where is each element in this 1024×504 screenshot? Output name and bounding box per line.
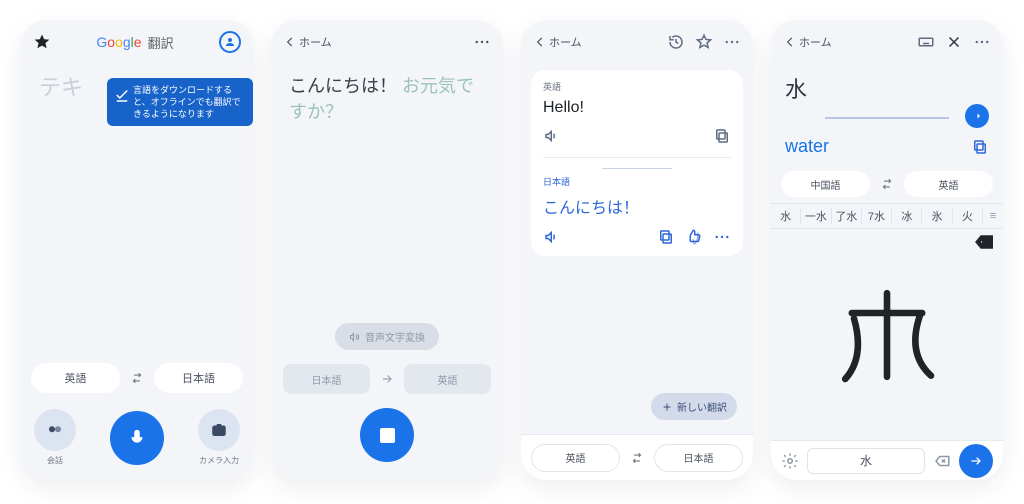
candidate[interactable]: 了水 <box>832 208 862 224</box>
target-lang-label: 日本語 <box>543 175 731 188</box>
lang-from-chip[interactable]: 英語 <box>531 444 620 472</box>
target-text: こんにちは！ <box>543 194 731 218</box>
speaker-target-icon[interactable] <box>543 228 561 246</box>
lang-to-chip[interactable]: 日本語 <box>154 363 243 393</box>
lang-from-chip[interactable]: 日本語 <box>283 364 370 394</box>
history-icon[interactable] <box>667 33 685 51</box>
camera-label: カメラ入力 <box>199 455 239 466</box>
source-lang-label: 英語 <box>543 80 731 93</box>
topbar: Google 翻訳 <box>21 20 253 64</box>
swap-languages-button[interactable] <box>126 371 148 385</box>
candidate[interactable]: 一水 <box>801 208 831 224</box>
arrow-icon <box>376 372 398 386</box>
backspace-key-icon[interactable] <box>933 452 951 470</box>
screen-voice-input: ホーム こんにちは！ お元気ですか？ 音声文字変換 日本語 英語 <box>271 20 503 480</box>
copy-target-icon[interactable] <box>657 228 675 246</box>
space-key[interactable]: 水 <box>807 448 925 474</box>
account-icon[interactable] <box>219 31 241 53</box>
spacebar-row: 水 <box>771 440 1003 480</box>
candidate[interactable]: 7水 <box>862 208 892 224</box>
candidate[interactable]: 氷 <box>922 208 952 224</box>
camera-button[interactable] <box>198 409 240 451</box>
keyboard-icon[interactable] <box>917 33 935 51</box>
voice-input-text: こんにちは！ お元気ですか？ <box>271 72 503 124</box>
screen-result: ホーム 英語 Hello! <box>521 20 753 480</box>
backspace-icon[interactable] <box>975 233 993 251</box>
input-text[interactable]: 水 <box>785 72 989 104</box>
back-home-button[interactable]: ホーム <box>533 34 582 50</box>
star-icon[interactable] <box>33 33 51 51</box>
stop-button[interactable] <box>360 408 414 462</box>
source-text: Hello! <box>543 99 731 117</box>
screen-home: Google 翻訳 テキ 言語をダウンロードすると、オフラインでも翻訳できるよう… <box>21 20 253 480</box>
lang-from-chip[interactable]: 英語 <box>31 363 120 393</box>
bottom-bar: 英語 日本語 <box>521 434 753 480</box>
lang-to-chip[interactable]: 日本語 <box>654 444 743 472</box>
voice-to-text-pill[interactable]: 音声文字変換 <box>335 323 439 350</box>
candidate[interactable]: 冰 <box>892 208 922 224</box>
translation-card: 英語 Hello! 日本語 こんにちは！ <box>531 70 743 256</box>
speaker-source-icon[interactable] <box>543 127 561 145</box>
back-home-button[interactable]: ホーム <box>783 34 832 50</box>
conversation-button[interactable] <box>34 409 76 451</box>
candidate-bar: 水 一水 了水 7水 冰 氷 火 ≡ <box>771 203 1003 229</box>
back-home-button[interactable]: ホーム <box>283 34 332 50</box>
more-target-icon[interactable] <box>713 228 731 246</box>
enter-button[interactable] <box>959 444 993 478</box>
copy-source-icon[interactable] <box>713 127 731 145</box>
result-text: water <box>785 128 843 165</box>
settings-icon[interactable] <box>781 452 799 470</box>
feedback-icon[interactable] <box>685 228 703 246</box>
candidate[interactable]: 水 <box>771 208 801 224</box>
handwriting-canvas[interactable] <box>771 229 1003 440</box>
offline-download-tooltip[interactable]: 言語をダウンロードすると、オフラインでも翻訳できるようになります <box>107 78 253 126</box>
bottom-dock: 英語 日本語 会話 <box>21 355 253 480</box>
swap-languages-button[interactable] <box>626 451 648 465</box>
swap-languages-button[interactable] <box>876 177 898 191</box>
new-translation-button[interactable]: 新しい翻訳 <box>651 393 737 420</box>
star-outline-icon[interactable] <box>695 33 713 51</box>
translate-go-button[interactable] <box>965 104 989 128</box>
download-done-icon <box>113 86 131 104</box>
more-icon[interactable] <box>723 33 741 51</box>
conversation-label: 会話 <box>47 455 63 466</box>
handwriting-stroke <box>832 280 942 390</box>
screen-handwriting: ホーム 水 <box>771 20 1003 480</box>
copy-result-icon[interactable] <box>971 138 989 156</box>
lang-to-chip[interactable]: 英語 <box>404 364 491 394</box>
more-icon[interactable] <box>473 33 491 51</box>
close-icon[interactable] <box>945 33 963 51</box>
mic-button[interactable] <box>110 411 164 465</box>
app-title: Google 翻訳 <box>96 33 173 52</box>
more-icon[interactable] <box>973 33 991 51</box>
lang-from-chip[interactable]: 中国語 <box>781 171 870 197</box>
